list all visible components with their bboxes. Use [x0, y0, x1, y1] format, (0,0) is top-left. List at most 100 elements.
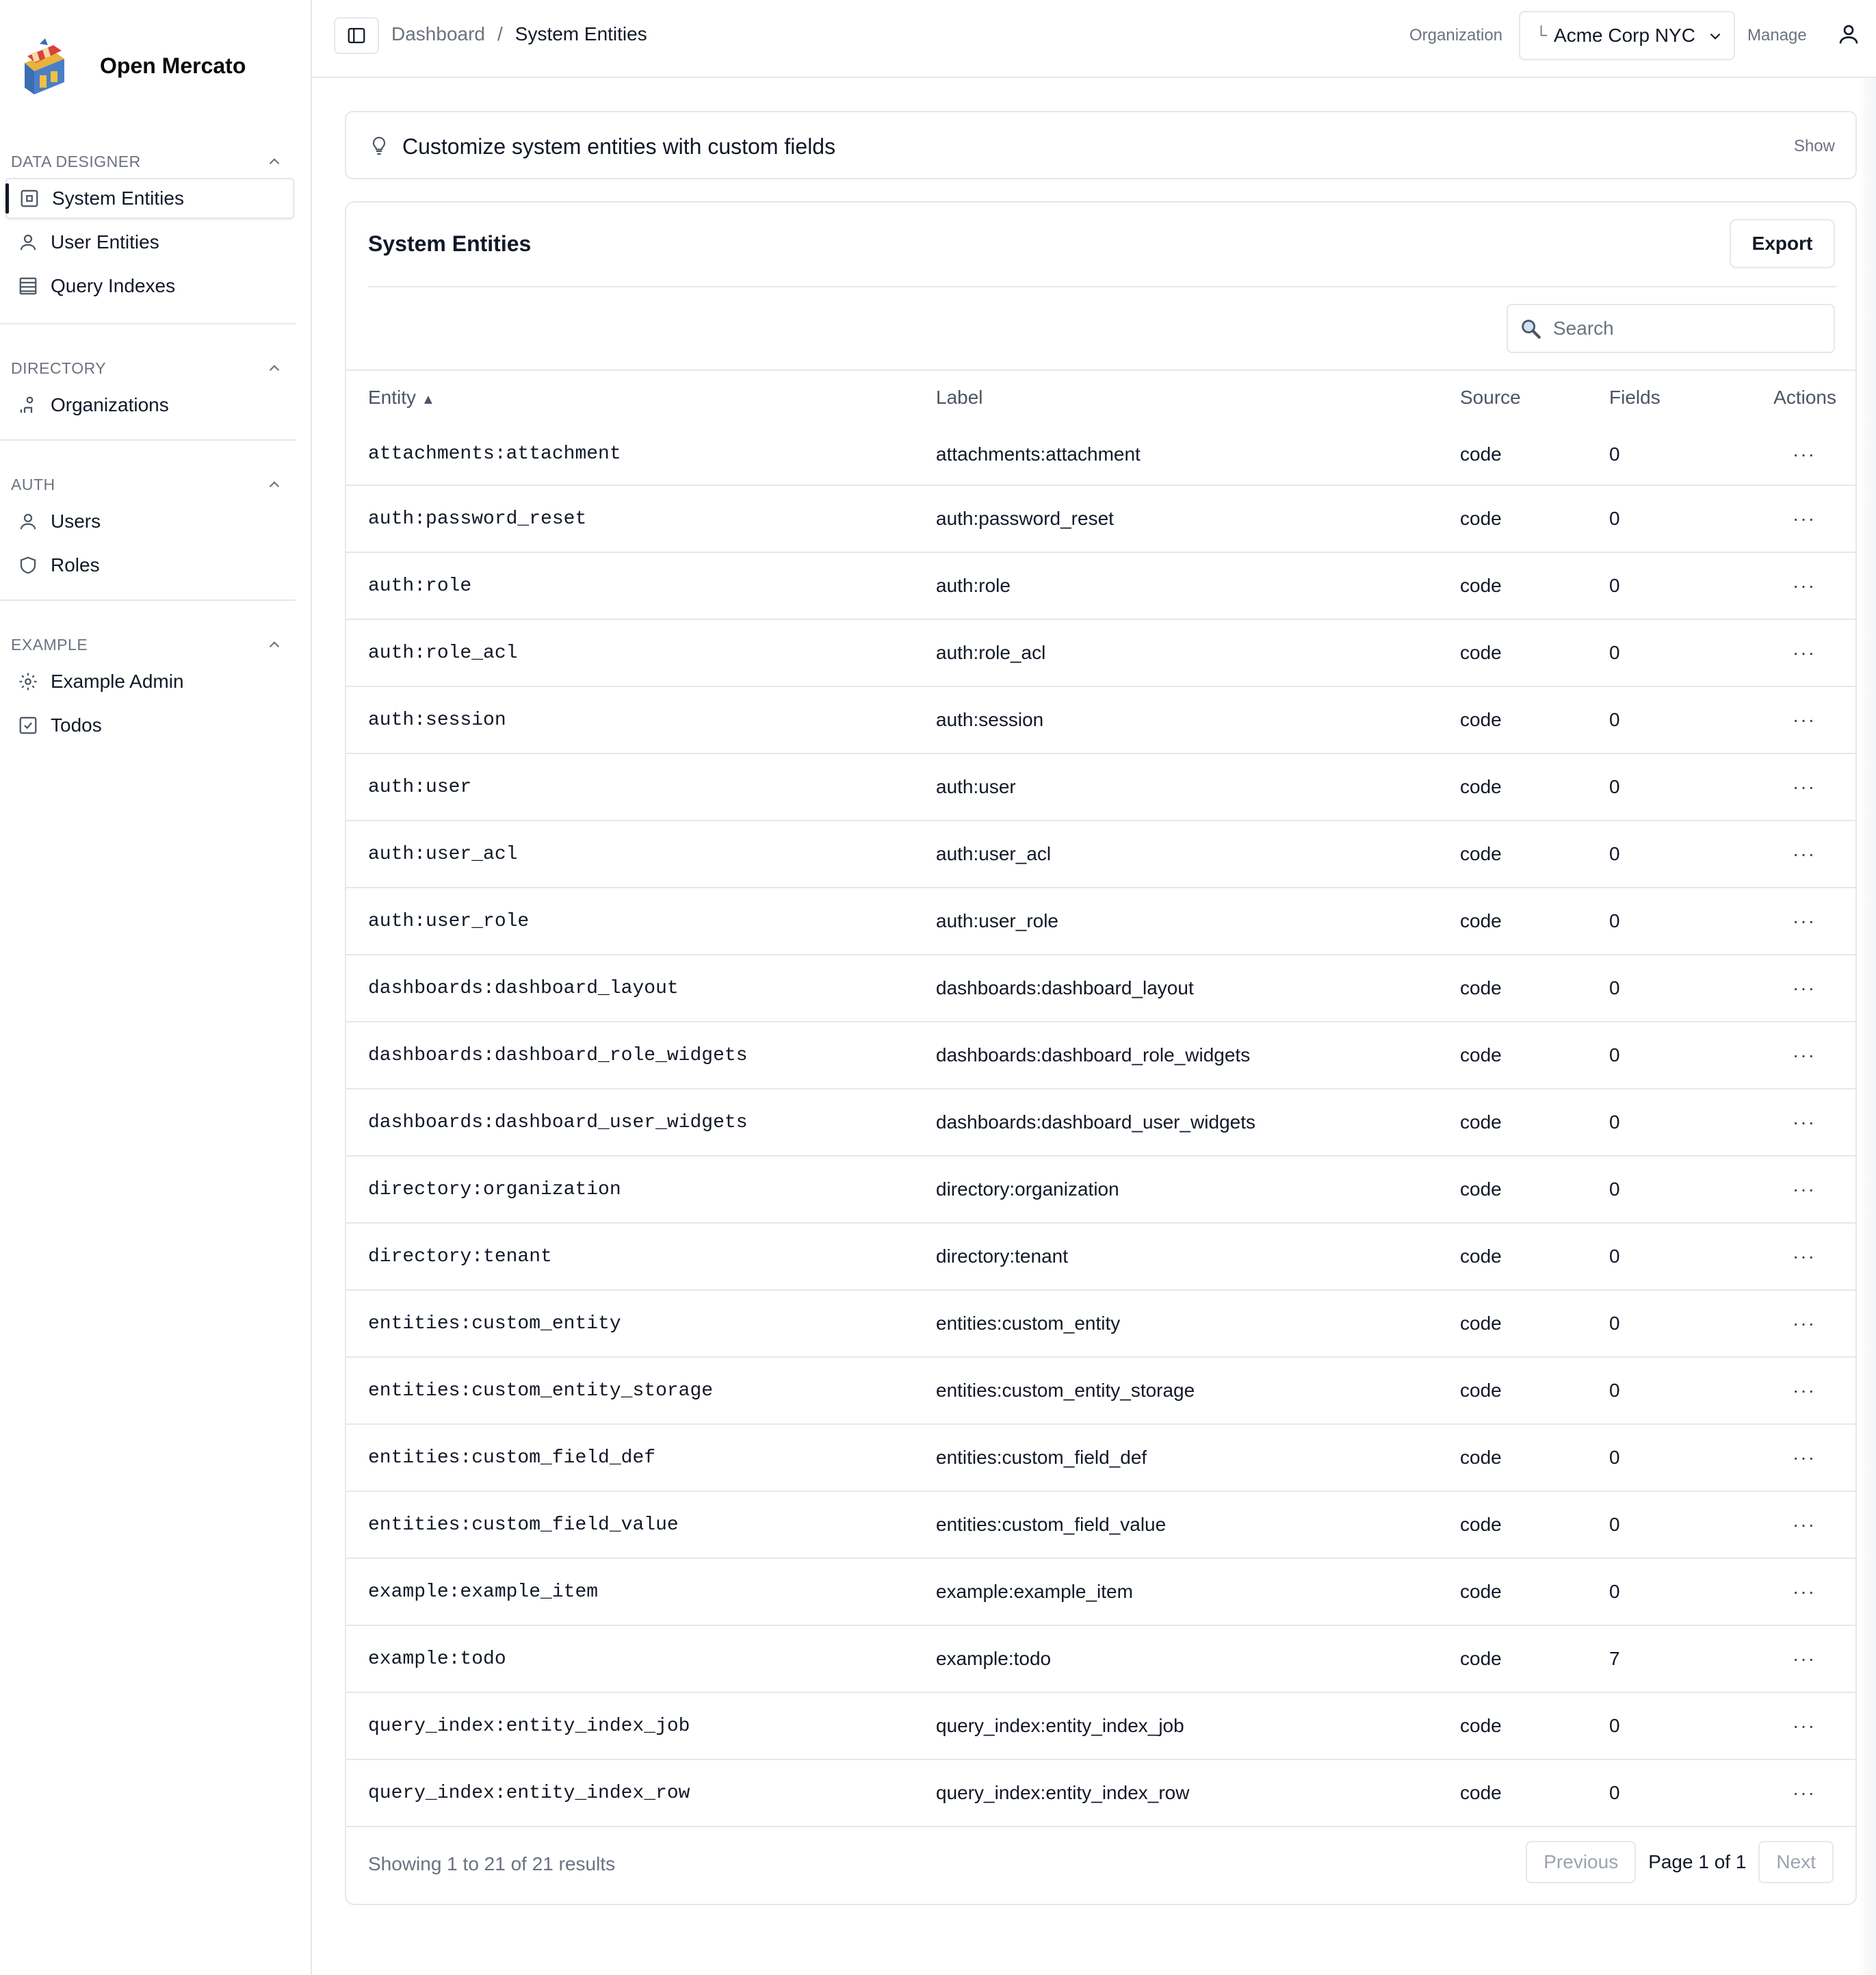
lightbulb-icon — [372, 136, 386, 155]
row-actions-menu-icon[interactable]: ··· — [1793, 843, 1836, 864]
fields-cell: 0 — [1609, 776, 1620, 797]
row-actions-menu-icon[interactable]: ··· — [1793, 508, 1836, 529]
table-row[interactable]: auth:user auth:user code 0 ··· — [346, 753, 1855, 821]
row-actions-menu-icon[interactable]: ··· — [1793, 1581, 1836, 1602]
row-actions-menu-icon[interactable]: ··· — [1793, 1380, 1836, 1401]
table-row[interactable]: query_index:entity_index_job query_index:… — [346, 1692, 1855, 1759]
row-actions-menu-icon[interactable]: ··· — [1793, 1715, 1836, 1736]
source-cell: code — [1460, 1044, 1502, 1066]
entity-cell: dashboards:dashboard_layout — [368, 977, 679, 999]
table-row[interactable]: entities:custom_field_value entities:cust… — [346, 1491, 1855, 1558]
section-auth: AUTH Users Roles — [0, 469, 296, 589]
sidebar-item-roles[interactable]: Roles — [5, 545, 294, 586]
organization-select[interactable]: └ Acme Corp NYC — [1519, 11, 1735, 60]
source-cell: code — [1460, 910, 1502, 931]
table-row[interactable]: dashboards:dashboard_user_widgets dashboa… — [346, 1089, 1855, 1156]
table-row[interactable]: attachments:attachment attachments:attach… — [346, 424, 1855, 485]
source-cell: code — [1460, 443, 1502, 465]
search-input[interactable] — [1552, 317, 1825, 340]
table-row[interactable]: entities:custom_field_def entities:custom… — [346, 1424, 1855, 1491]
table-row[interactable]: auth:session auth:session code 0 ··· — [346, 686, 1855, 753]
table-row[interactable]: query_index:entity_index_row query_index:… — [346, 1759, 1855, 1826]
section-header[interactable]: DATA DESIGNER — [0, 146, 296, 177]
fields-cell: 0 — [1609, 910, 1620, 931]
column-header-entity[interactable]: Entity ▲ — [346, 370, 936, 424]
entity-cell: entities:custom_field_value — [368, 1514, 679, 1536]
fields-cell: 0 — [1609, 1178, 1620, 1200]
gear-icon — [18, 671, 38, 692]
table-row[interactable]: directory:tenant directory:tenant code 0 ··· — [346, 1223, 1855, 1290]
entity-cell: directory:organization — [368, 1178, 621, 1200]
table-row[interactable]: auth:role_acl auth:role_acl code 0 ··· — [346, 619, 1855, 686]
sidebar-item-system-entities[interactable]: System Entities — [5, 178, 294, 219]
row-actions-menu-icon[interactable]: ··· — [1793, 1111, 1836, 1133]
fields-cell: 0 — [1609, 575, 1620, 596]
row-actions-menu-icon[interactable]: ··· — [1793, 977, 1836, 998]
sidebar-toggle-button[interactable] — [334, 17, 379, 54]
next-page-button[interactable]: Next — [1758, 1841, 1834, 1883]
org-icon — [18, 395, 38, 415]
row-actions-menu-icon[interactable]: ··· — [1793, 1782, 1836, 1803]
row-actions-menu-icon[interactable]: ··· — [1793, 910, 1836, 931]
table-row[interactable]: auth:user_role auth:user_role code 0 ··· — [346, 888, 1855, 955]
row-actions-menu-icon[interactable]: ··· — [1793, 1648, 1836, 1669]
entity-cell: auth:user_role — [368, 910, 530, 932]
row-actions-menu-icon[interactable]: ··· — [1793, 1178, 1836, 1200]
sidebar-item-user-entities[interactable]: User Entities — [5, 222, 294, 263]
row-actions-menu-icon[interactable]: ··· — [1793, 1514, 1836, 1535]
row-actions-menu-icon[interactable]: ··· — [1793, 575, 1836, 596]
entity-cell: auth:user_acl — [368, 843, 518, 865]
row-actions-menu-icon[interactable]: ··· — [1793, 1447, 1836, 1468]
sidebar-item-label: Example Admin — [51, 671, 184, 692]
column-header-fields[interactable]: Fields — [1609, 370, 1732, 424]
sidebar-item-example-admin[interactable]: Example Admin — [5, 661, 294, 702]
section-header[interactable]: DIRECTORY — [0, 353, 296, 383]
section-header[interactable]: AUTH — [0, 469, 296, 500]
table-header-row: Entity ▲ Label Source Fields Actions — [346, 370, 1855, 424]
source-cell: code — [1460, 1715, 1502, 1736]
sidebar-item-query-indexes[interactable]: Query Indexes — [5, 266, 294, 307]
entity-cell: auth:password_reset — [368, 508, 587, 530]
table-row[interactable]: directory:organization directory:organiza… — [346, 1156, 1855, 1223]
row-actions-menu-icon[interactable]: ··· — [1793, 709, 1836, 730]
table-row[interactable]: example:todo example:todo code 7 ··· — [346, 1625, 1855, 1692]
column-header-source[interactable]: Source — [1460, 370, 1609, 424]
fields-cell: 7 — [1609, 1648, 1620, 1669]
user-menu-icon[interactable] — [1836, 22, 1861, 47]
fields-cell: 0 — [1609, 508, 1620, 529]
section-title: DIRECTORY — [11, 359, 107, 377]
table-row[interactable]: auth:user_acl auth:user_acl code 0 ··· — [346, 821, 1855, 888]
entity-cell: entities:custom_entity_storage — [368, 1380, 714, 1402]
brand[interactable]: Open Mercato — [19, 36, 246, 96]
table-row[interactable]: auth:password_reset auth:password_reset co… — [346, 485, 1855, 552]
row-actions-menu-icon[interactable]: ··· — [1793, 642, 1836, 663]
table-row[interactable]: entities:custom_entity entities:custom_en… — [346, 1290, 1855, 1357]
table-row[interactable]: dashboards:dashboard_role_widgets dashboa… — [346, 1022, 1855, 1089]
fields-cell: 0 — [1609, 1044, 1620, 1066]
previous-page-button[interactable]: Previous — [1526, 1841, 1637, 1883]
export-button[interactable]: Export — [1730, 219, 1835, 268]
sidebar-item-users[interactable]: Users — [5, 501, 294, 542]
table-row[interactable]: entities:custom_entity_storage entities:c… — [346, 1357, 1855, 1424]
section-header[interactable]: EXAMPLE — [0, 630, 296, 660]
table-row[interactable]: example:example_item example:example_item… — [346, 1558, 1855, 1625]
tip-show-toggle[interactable]: Show — [1794, 137, 1835, 156]
table-row[interactable]: dashboards:dashboard_layout dashboards:da… — [346, 955, 1855, 1022]
sidebar-item-label: User Entities — [51, 231, 159, 253]
row-actions-menu-icon[interactable]: ··· — [1793, 1313, 1836, 1334]
table-row[interactable]: auth:role auth:role code 0 ··· — [346, 552, 1855, 619]
breadcrumb-dashboard[interactable]: Dashboard — [391, 23, 485, 45]
entity-cell: dashboards:dashboard_role_widgets — [368, 1044, 748, 1066]
row-actions-menu-icon[interactable]: ··· — [1793, 1245, 1836, 1267]
sidebar-item-todos[interactable]: Todos — [5, 705, 294, 746]
sidebar-item-organizations[interactable]: Organizations — [5, 385, 294, 426]
row-actions-menu-icon[interactable]: ··· — [1793, 443, 1836, 465]
sidebar-item-label: Organizations — [51, 394, 169, 415]
row-actions-menu-icon[interactable]: ··· — [1793, 776, 1836, 797]
fields-cell: 0 — [1609, 1514, 1620, 1535]
row-actions-menu-icon[interactable]: ··· — [1793, 1044, 1836, 1066]
search-box[interactable] — [1507, 304, 1835, 353]
manage-link[interactable]: Manage — [1747, 26, 1807, 45]
column-header-label[interactable]: Label — [936, 370, 1460, 424]
entity-cell: entities:custom_field_def — [368, 1447, 656, 1469]
